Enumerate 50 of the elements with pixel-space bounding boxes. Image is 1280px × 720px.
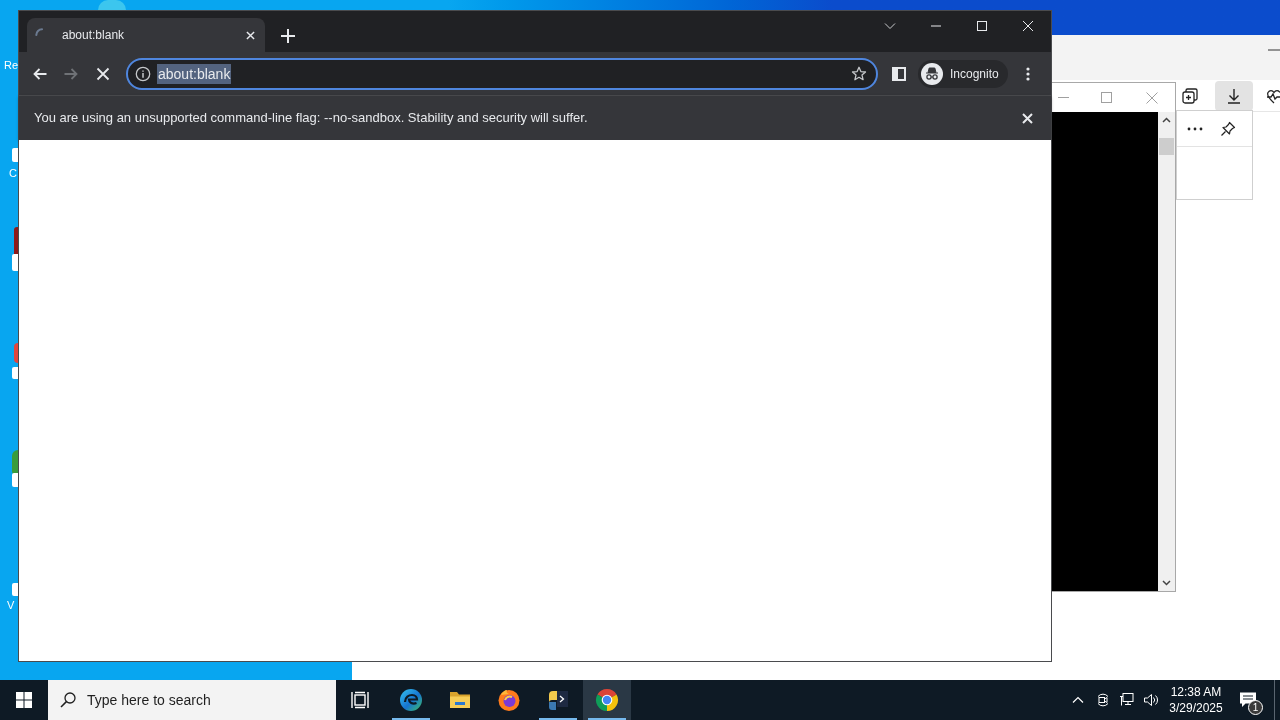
desktop-icon-label: C	[9, 166, 17, 180]
close-icon	[245, 30, 255, 40]
kebab-menu-icon	[1025, 66, 1030, 81]
app-logo-icon	[399, 688, 423, 712]
scrollbar[interactable]	[1158, 112, 1175, 591]
maximize-icon	[1100, 92, 1112, 103]
address-text: about:blank	[157, 63, 232, 84]
incognito-icon	[921, 62, 943, 85]
pin-icon[interactable]	[1220, 120, 1236, 137]
bookmark-star-icon[interactable]	[851, 65, 867, 82]
clock-time[interactable]: 12:38 AM	[1170, 684, 1222, 700]
app-logo-icon	[595, 688, 619, 712]
search-box[interactable]: Type here to search	[48, 680, 336, 720]
chevron-down-icon	[884, 20, 896, 32]
collections-icon	[1181, 86, 1199, 105]
profile-button[interactable]: Incognito	[918, 59, 1008, 88]
scroll-up-icon[interactable]	[1162, 117, 1171, 123]
app-logo-icon	[497, 688, 521, 712]
download-icon	[1225, 86, 1243, 105]
browser-tab[interactable]: about:blank	[27, 18, 265, 52]
download-button[interactable]	[1215, 80, 1253, 111]
scrollbar-thumb[interactable]	[1159, 138, 1174, 155]
notification-count-badge: 1	[1248, 700, 1263, 715]
close-icon	[1146, 91, 1158, 104]
infobar-message: You are using an unsupported command-line flag: --no-sandbox. Stability and security will suffer.	[34, 110, 588, 126]
stop-icon	[95, 65, 111, 82]
address-bar[interactable]: about:blank	[126, 57, 878, 90]
speaker-icon	[1143, 692, 1159, 708]
desktop-icon-label: V	[7, 598, 15, 612]
heart-pulse-icon	[1266, 87, 1280, 104]
close-icon	[1022, 20, 1034, 32]
desktop-icon[interactable]	[12, 227, 18, 271]
plus-icon	[281, 29, 295, 43]
windows-logo-icon	[16, 692, 32, 708]
desktop-icon-label: Re	[4, 58, 19, 72]
maximize-icon	[976, 20, 988, 32]
info-icon[interactable]	[135, 65, 151, 82]
camera-icon	[1095, 692, 1111, 708]
more-options-icon[interactable]	[1187, 126, 1203, 131]
desktop-icon[interactable]	[12, 343, 18, 379]
app-logo-icon	[546, 688, 570, 712]
search-icon	[60, 692, 76, 708]
network-icon	[1119, 692, 1135, 708]
task-view-icon	[351, 691, 369, 709]
side-panel-icon	[892, 66, 906, 81]
scroll-down-icon[interactable]	[1162, 580, 1171, 586]
clock-date[interactable]: 3/29/2025	[1169, 700, 1223, 716]
close-icon	[1021, 112, 1033, 124]
taskbar-app-button[interactable]	[583, 680, 631, 720]
notifications-button[interactable]: 1	[1228, 680, 1268, 720]
